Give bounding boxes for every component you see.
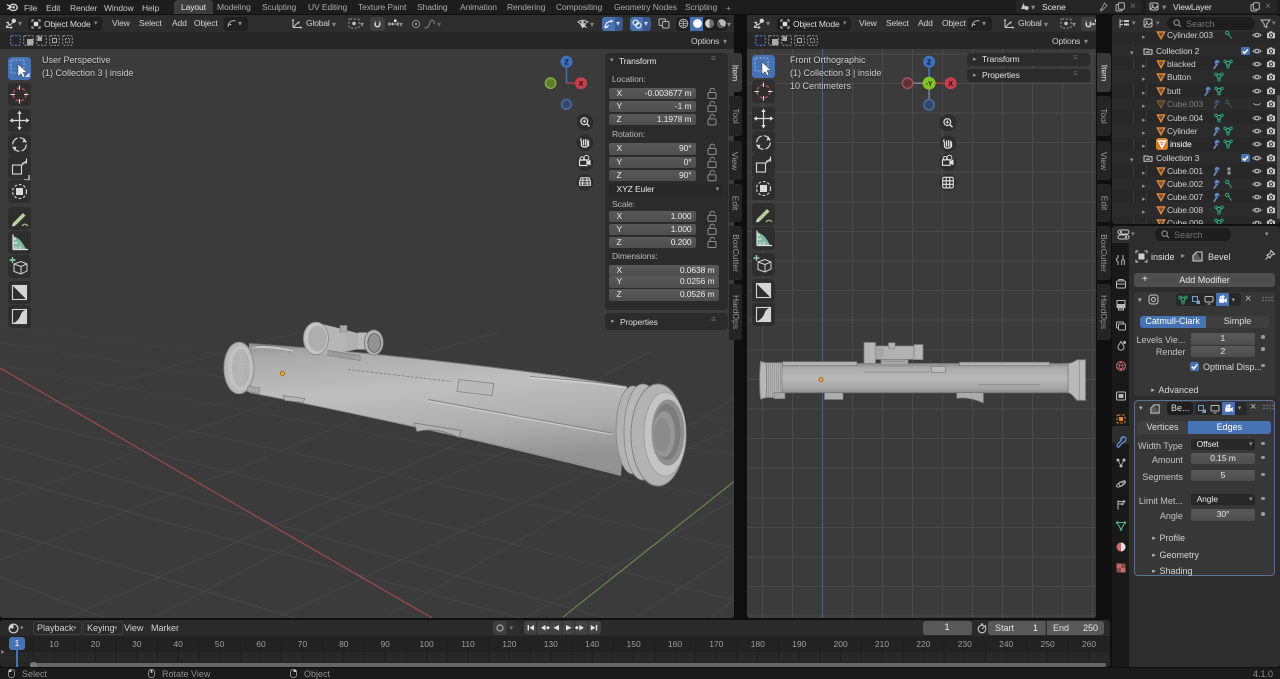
svg-text:Z: Z bbox=[927, 57, 932, 66]
svg-text:X: X bbox=[948, 79, 953, 88]
svg-text:X: X bbox=[578, 79, 583, 88]
svg-text:-Y: -Y bbox=[926, 81, 933, 88]
svg-text:Z: Z bbox=[564, 57, 569, 66]
